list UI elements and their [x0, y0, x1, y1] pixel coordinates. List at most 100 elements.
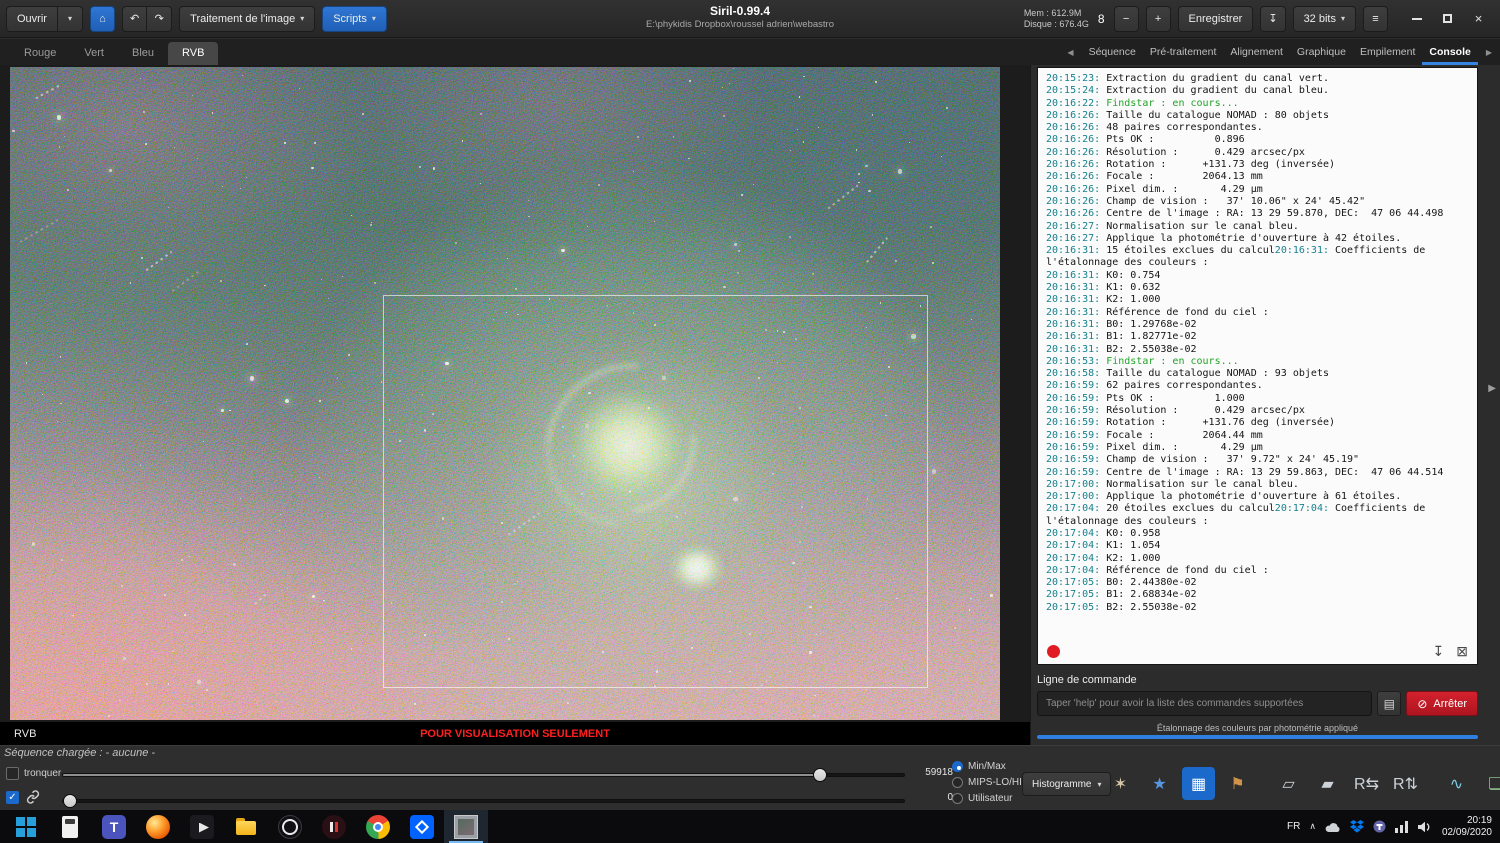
export-log-button[interactable]: ↧ — [1433, 643, 1445, 660]
histogram-curve-button[interactable]: ∿ — [1440, 767, 1473, 800]
tabs-scroll-right-icon[interactable]: ▶ — [1478, 48, 1500, 57]
hamburger-menu-button[interactable]: ≡ — [1363, 6, 1388, 32]
dropbox-tray-icon[interactable] — [1350, 820, 1364, 833]
tab-graphique[interactable]: Graphique — [1290, 39, 1353, 65]
open-button[interactable]: Ouvrir — [6, 6, 58, 32]
truncate-checkbox[interactable] — [6, 767, 19, 780]
channel-label: RVB — [14, 728, 36, 740]
link-channels-checkbox[interactable]: ✓ — [6, 791, 19, 804]
record-indicator-icon[interactable] — [1047, 645, 1060, 658]
maximize-button[interactable] — [1432, 6, 1463, 32]
chain-link-icon — [26, 790, 40, 804]
command-input[interactable] — [1037, 691, 1372, 716]
tab-bleu[interactable]: Bleu — [118, 42, 168, 65]
console-line: 20:16:31: K0: 0.754 — [1046, 270, 1469, 282]
volume-icon[interactable] — [1418, 821, 1433, 833]
panel-expander-icon[interactable]: ▶ — [1488, 383, 1496, 394]
mirror-y-button[interactable]: R⇅ — [1389, 767, 1422, 800]
console-line: 20:17:05: B0: 2.44380e-02 — [1046, 577, 1469, 589]
progress-status: Étalonnage des couleurs par photométrie … — [1037, 723, 1478, 733]
astrometry-button[interactable]: ✶ — [1104, 767, 1137, 800]
selection-rectangle[interactable] — [383, 295, 928, 688]
decrement-button[interactable]: − — [1114, 6, 1139, 32]
scripts-menu-button[interactable]: Scripts▾ — [322, 6, 387, 32]
console-line: 20:17:05: B1: 2.68834e-02 — [1046, 589, 1469, 601]
taskbar-firefox[interactable] — [136, 810, 180, 843]
grid-overlay-button[interactable]: ▦ — [1182, 767, 1215, 800]
taskbar-siril[interactable] — [444, 810, 488, 843]
tray-expand-icon[interactable]: ∧ — [1309, 821, 1316, 832]
save-as-button[interactable]: ↧ — [1260, 6, 1285, 32]
console-line: 20:16:26: 48 paires correspondantes. — [1046, 122, 1469, 134]
taskbar-calculator[interactable] — [48, 810, 92, 843]
console-log[interactable]: 20:15:23: Extraction du gradient du cana… — [1038, 68, 1477, 638]
tab-empilement[interactable]: Empilement — [1353, 39, 1422, 65]
minimize-button[interactable] — [1401, 6, 1432, 32]
annotations-button[interactable]: ⚑ — [1221, 767, 1254, 800]
redo-icon: ↷ — [155, 12, 164, 25]
image-processing-menu-button[interactable]: Traitement de l'image▾ — [179, 6, 315, 32]
console-box: 20:15:23: Extraction du gradient du cana… — [1037, 67, 1478, 665]
title-bar: Ouvrir ▾ ⌂ ↶ ↷ Traitement de l'image▾ Sc… — [0, 0, 1500, 38]
tab-console[interactable]: Console — [1422, 39, 1477, 65]
onedrive-cloud-icon[interactable] — [1325, 821, 1341, 833]
bit-depth-select[interactable]: 32 bits▾ — [1293, 6, 1356, 32]
taskbar-explorer[interactable] — [224, 810, 268, 843]
low-level-slider[interactable] — [62, 799, 905, 803]
display-toolbar: ✶★▦⚑ ▱▰R⇆R⇅ ∿❏ — [1104, 767, 1500, 800]
tab-rvb[interactable]: RVB — [168, 42, 218, 65]
taskbar-chrome[interactable] — [356, 810, 400, 843]
dynamic-psf-button[interactable]: ★ — [1143, 767, 1176, 800]
tabs-scroll-left-icon[interactable]: ◀ — [1059, 48, 1081, 57]
taskbar-apps — [4, 810, 488, 843]
redo-button[interactable]: ↷ — [147, 6, 172, 32]
taskbar-player[interactable] — [312, 810, 356, 843]
slider-handle[interactable] — [813, 768, 827, 782]
taskbar-obs[interactable] — [268, 810, 312, 843]
open-recent-button[interactable]: ▾ — [58, 6, 83, 32]
console-line: 20:16:31: B0: 1.29768e-02 — [1046, 319, 1469, 331]
command-list-button[interactable]: ▤ — [1377, 691, 1401, 716]
dropbox-icon — [410, 815, 434, 839]
tab-rouge[interactable]: Rouge — [10, 42, 70, 65]
plus-icon: + — [1155, 13, 1161, 25]
undo-button[interactable]: ↶ — [122, 6, 147, 32]
chevron-down-icon: ▾ — [68, 14, 72, 23]
network-signal-icon[interactable] — [1395, 821, 1409, 833]
false-color-button[interactable]: ▰ — [1311, 767, 1344, 800]
high-level-slider[interactable] — [62, 773, 905, 777]
taskbar-clock[interactable]: 20:19 02/09/2020 — [1442, 815, 1492, 839]
console-line: 20:16:59: Pts OK : 1.000 — [1046, 393, 1469, 405]
mode-utilisateur[interactable]: Utilisateur — [952, 792, 1022, 805]
console-line: 20:16:27: Applique la photométrie d'ouve… — [1046, 233, 1469, 245]
negative-view-button[interactable]: ▱ — [1272, 767, 1305, 800]
mirror-x-button[interactable]: R⇆ — [1350, 767, 1383, 800]
tab-vert[interactable]: Vert — [70, 42, 118, 65]
taskbar-start[interactable] — [4, 810, 48, 843]
slider-handle[interactable] — [63, 794, 77, 808]
mode-mips-lo-hi[interactable]: MIPS-LO/HI — [952, 776, 1022, 789]
image-canvas[interactable] — [10, 67, 1000, 720]
language-indicator[interactable]: FR — [1287, 821, 1300, 832]
taskbar-dropbox[interactable] — [400, 810, 444, 843]
home-button[interactable]: ⌂ — [90, 6, 115, 32]
close-button[interactable]: × — [1463, 6, 1494, 32]
taskbar-media[interactable] — [180, 810, 224, 843]
sequence-frames-button[interactable]: ❏ — [1479, 767, 1500, 800]
time: 20:19 — [1442, 815, 1492, 827]
display-mode-select[interactable]: Histogramme▾ — [1022, 772, 1111, 796]
console-line: 20:16:31: K1: 0.632 — [1046, 282, 1469, 294]
stop-button[interactable]: ⊘Arrêter — [1406, 691, 1478, 716]
console-line: 20:16:59: Champ de vision : 37' 9.72" x … — [1046, 454, 1469, 466]
mode-min-max[interactable]: Min/Max — [952, 760, 1022, 773]
save-button[interactable]: Enregistrer — [1178, 6, 1254, 32]
tab-alignement[interactable]: Alignement — [1223, 39, 1290, 65]
mode-label: Min/Max — [968, 761, 1006, 772]
tab-pre-traitement[interactable]: Pré-traitement — [1143, 39, 1224, 65]
teams-tray-icon[interactable] — [1373, 820, 1386, 833]
taskbar-teams[interactable] — [92, 810, 136, 843]
tab-sequence[interactable]: Séquence — [1082, 39, 1143, 65]
clear-log-button[interactable]: ⊠ — [1456, 643, 1468, 660]
high-level-value: 59918 — [905, 767, 953, 778]
increment-button[interactable]: + — [1146, 6, 1171, 32]
